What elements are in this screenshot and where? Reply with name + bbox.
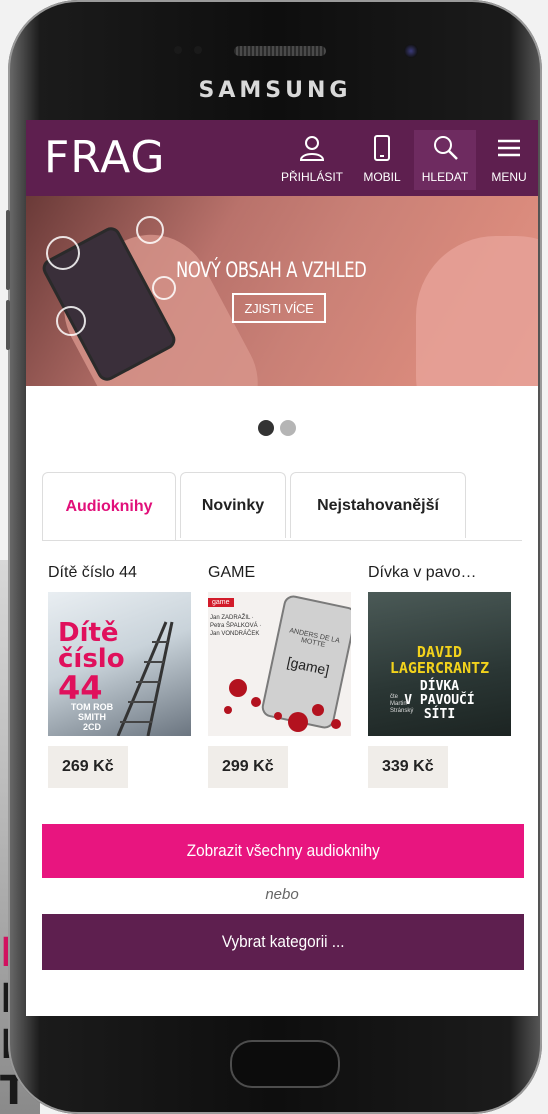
site-header: FRAG PŘIHLÁSIT MOBIL HLEDAT MENU [26,120,538,196]
earpiece-speaker [234,46,326,56]
nav-search-label: HLEDAT [421,170,469,184]
show-all-audiobooks-label: Zobrazit všechny audioknihy [186,841,380,860]
product-cover[interactable]: game Jan ZADRAŽIL · Petra ŠPALKOVÁ · Jan… [208,592,351,736]
doodle-icon [136,216,164,244]
doodle-icon [56,306,86,336]
tab-novinky[interactable]: Novinky [180,472,286,538]
nav-mobile[interactable]: MOBIL [358,130,406,190]
search-icon [434,136,458,160]
product-title[interactable]: GAME [208,564,358,588]
cover-author: TOM ROB SMITH [70,702,114,722]
cover-title-line: DÍVKA [419,679,460,694]
or-separator: nebo [265,886,299,903]
doodle-icon [46,236,80,270]
product-card[interactable]: Dítě číslo 44 Dítě číslo 44 TOM ROB SMIT… [48,564,198,788]
front-camera [404,44,418,58]
nav-mobile-label: MOBIL [363,170,401,184]
cover-blood-splatter [224,679,341,732]
banner-learn-more-button[interactable]: ZJISTI VÍCE [232,293,326,323]
nav-menu[interactable]: MENU [484,130,534,190]
nav-login[interactable]: PŘIHLÁSIT [274,130,350,190]
banner-title: NOVÝ OBSAH A VZHLED [176,258,367,282]
carousel-dot[interactable] [280,420,296,436]
cover-author: LAGERCRANTZ [389,659,490,677]
product-price: 339 Kč [368,746,448,788]
nav-search[interactable]: HLEDAT [414,130,476,190]
choose-category-label: Vybrat kategorii ... [221,932,345,951]
product-title[interactable]: Dívka v pavo… [368,564,518,588]
doodle-icon [152,276,176,300]
cover-format: 2CD [82,722,101,732]
cover-reader: Stránský [390,708,414,714]
product-card[interactable]: GAME game Jan ZADRAŽIL · Petra ŠPALKOVÁ … [208,564,358,788]
product-cover[interactable]: Dítě číslo 44 TOM ROB SMITH 2CD [48,592,191,736]
product-price: 269 Kč [48,746,128,788]
show-all-audiobooks-button[interactable]: Zobrazit všechny audioknihy [42,824,524,878]
home-button[interactable] [230,1040,340,1088]
cover-reader: Martin [390,701,407,707]
frag-logo[interactable]: FRAG [44,132,166,183]
promo-banner[interactable]: NOVÝ OBSAH A VZHLED ZJISTI VÍCE [26,196,538,386]
tab-audioknihy[interactable]: Audioknihy [42,472,176,540]
mobile-icon [374,135,390,161]
choose-category-button[interactable]: Vybrat kategorii ... [42,914,524,970]
nav-menu-label: MENU [491,170,527,184]
light-sensor [194,46,202,54]
phone-screen: FRAG PŘIHLÁSIT MOBIL HLEDAT MENU NOVÝ OB… [26,120,538,1016]
proximity-sensor [174,46,182,54]
device-brand: SAMSUNG [198,78,352,103]
cover-title-line: 44 [58,669,103,707]
product-card[interactable]: Dívka v pavo… DAVID LAGERCRANTZ DÍVKA V … [368,564,518,788]
carousel-dots [258,420,302,441]
volume-button [6,210,10,290]
cover-author: DAVID [416,643,463,661]
cover-title-line: Dítě [58,618,119,648]
carousel-dot-active[interactable] [258,420,274,436]
category-tabs: Audioknihy Novinky Nejstahovanější [42,472,522,541]
cover-reader: čte [390,694,399,700]
product-cover[interactable]: DAVID LAGERCRANTZ DÍVKA V PAVOUČÍ SÍTI č… [368,592,511,736]
side-button [6,300,10,350]
nav-login-label: PŘIHLÁSIT [280,170,343,184]
product-title[interactable]: Dítě číslo 44 [48,564,198,588]
tab-nejstahovanejsi[interactable]: Nejstahovanější [290,472,466,538]
user-icon [299,136,325,161]
banner-hand-image-right [416,236,538,386]
hamburger-menu-icon [498,139,520,157]
product-price: 299 Kč [208,746,288,788]
